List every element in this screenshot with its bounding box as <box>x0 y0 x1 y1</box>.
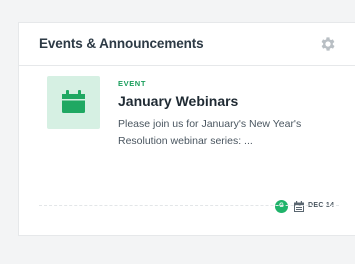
events-announcements-panel: Events & Announcements EVENT January Web… <box>18 22 355 236</box>
calendar-small-icon <box>294 201 304 212</box>
panel-header: Events & Announcements <box>19 23 355 66</box>
event-item[interactable]: EVENT January Webinars Please join us fo… <box>47 76 347 213</box>
calendar-icon <box>62 90 85 113</box>
event-thumbnail <box>47 76 100 129</box>
event-description: Please join us for January's New Year's … <box>118 118 302 147</box>
gear-icon[interactable] <box>319 35 337 53</box>
event-meta: G DEC 14 <box>47 200 347 216</box>
panel-title: Events & Announcements <box>39 36 204 51</box>
event-type-label: EVENT <box>118 79 147 88</box>
avatar[interactable]: G <box>275 200 288 213</box>
divider <box>39 205 339 206</box>
event-title[interactable]: January Webinars <box>118 93 238 109</box>
